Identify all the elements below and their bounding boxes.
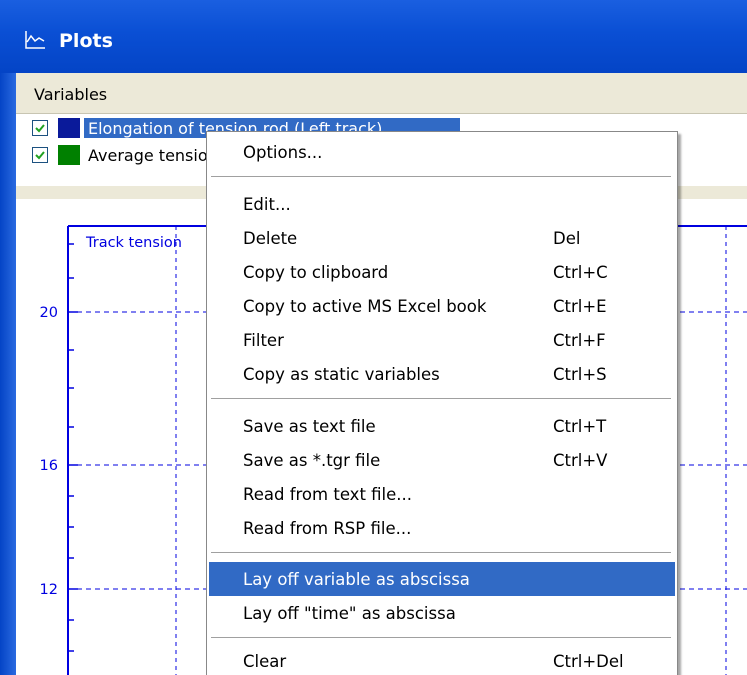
y-axis-ticks (68, 243, 78, 652)
checkmark-icon (35, 124, 45, 133)
variable-checkbox[interactable] (32, 147, 48, 163)
menu-item-filter[interactable]: Filter Ctrl+F (209, 323, 675, 357)
variable-color-swatch (58, 145, 80, 165)
menu-item-shortcut: Ctrl+Del (553, 652, 624, 671)
menu-item-label: Copy to active MS Excel book (243, 297, 487, 316)
menu-item-label: Filter (243, 331, 284, 350)
menu-separator (211, 552, 671, 554)
menu-item-save-as-tgr[interactable]: Save as *.tgr file Ctrl+V (209, 443, 675, 477)
plot-curve-icon (25, 31, 45, 49)
menu-item-copy-to-excel[interactable]: Copy to active MS Excel book Ctrl+E (209, 289, 675, 323)
window-title: Plots (59, 30, 113, 52)
variables-header-label: Variables (34, 85, 108, 104)
menu-item-shortcut: Ctrl+F (553, 331, 606, 350)
variable-color-swatch (58, 118, 80, 138)
title-bar[interactable]: Plots (0, 0, 747, 73)
menu-item-options[interactable]: Options... (209, 135, 675, 169)
menu-item-delete[interactable]: Delete Del (209, 221, 675, 255)
menu-item-copy-to-clipboard[interactable]: Copy to clipboard Ctrl+C (209, 255, 675, 289)
checkmark-icon (35, 151, 45, 160)
menu-item-label: Options... (243, 143, 323, 162)
menu-item-shortcut: Ctrl+S (553, 365, 607, 384)
menu-separator (211, 398, 671, 400)
menu-item-label: Copy to clipboard (243, 263, 389, 282)
menu-separator (211, 637, 671, 639)
menu-item-lay-off-time-abscissa[interactable]: Lay off "time" as abscissa (209, 596, 675, 630)
menu-item-label: Save as text file (243, 417, 376, 436)
menu-item-label: Lay off variable as abscissa (243, 570, 470, 589)
menu-item-shortcut: Ctrl+C (553, 263, 608, 282)
menu-item-label: Delete (243, 229, 298, 248)
plots-window: Plots Variables Elongation of tension ro… (0, 0, 747, 675)
menu-item-shortcut: Ctrl+V (553, 451, 608, 470)
menu-item-edit[interactable]: Edit... (209, 187, 675, 221)
menu-item-label: Save as *.tgr file (243, 451, 381, 470)
menu-item-lay-off-variable-abscissa[interactable]: Lay off variable as abscissa (209, 562, 675, 596)
plot-title: Track tension (85, 235, 182, 251)
menu-item-clear[interactable]: Clear Ctrl+Del (209, 644, 675, 675)
y-tick-label: 20 (40, 305, 58, 321)
menu-item-shortcut: Ctrl+T (553, 417, 607, 436)
window-left-border (0, 73, 16, 675)
y-tick-label: 16 (40, 458, 58, 474)
variables-header: Variables (16, 73, 747, 114)
menu-item-shortcut: Del (553, 229, 581, 248)
menu-item-label: Copy as static variables (243, 365, 440, 384)
menu-item-shortcut: Ctrl+E (553, 297, 607, 316)
variable-checkbox[interactable] (32, 120, 48, 136)
menu-item-read-rsp-file[interactable]: Read from RSP file... (209, 511, 675, 545)
variable-label: Average tension (88, 146, 218, 165)
menu-item-label: Read from RSP file... (243, 519, 412, 538)
menu-item-label: Read from text file... (243, 485, 413, 504)
menu-item-copy-as-static[interactable]: Copy as static variables Ctrl+S (209, 357, 675, 391)
menu-separator (211, 176, 671, 178)
menu-item-read-text-file[interactable]: Read from text file... (209, 477, 675, 511)
menu-item-save-as-text[interactable]: Save as text file Ctrl+T (209, 409, 675, 443)
menu-item-label: Lay off "time" as abscissa (243, 604, 456, 623)
menu-item-label: Edit... (243, 195, 291, 214)
context-menu: Options... Edit... Delete Del Copy to cl… (206, 131, 678, 675)
y-tick-label: 12 (40, 582, 58, 598)
menu-item-label: Clear (243, 652, 287, 671)
